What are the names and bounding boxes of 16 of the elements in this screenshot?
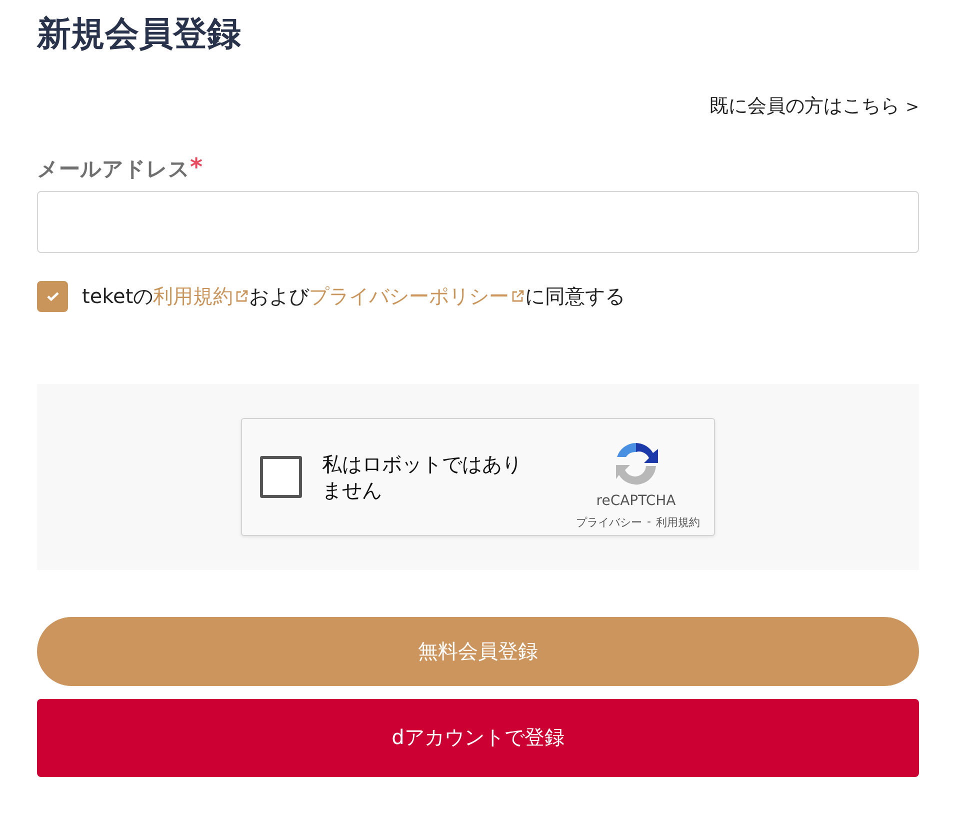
external-link-icon — [511, 288, 526, 303]
d-account-button[interactable]: dアカウントで登録 — [37, 698, 919, 777]
agreement-text: teketの利用規約 およびプライバシーポリシー に同意する — [82, 282, 626, 310]
login-link[interactable]: 既に会員の方はこちら > — [710, 92, 919, 119]
required-mark: * — [190, 154, 203, 179]
separator: - — [647, 514, 651, 530]
recaptcha-brand: reCAPTCHA — [596, 492, 676, 509]
external-link-icon — [235, 288, 250, 303]
captcha-label: 私はロボットではありません — [322, 450, 523, 503]
agree-checkbox[interactable] — [37, 280, 68, 312]
recaptcha-link[interactable]: プライバシー — [576, 514, 642, 530]
captcha-checkbox[interactable] — [260, 456, 302, 498]
page-title: 新規会員登録 — [37, 14, 241, 55]
email-field[interactable] — [37, 190, 919, 253]
recaptcha-link[interactable]: 利用規約 — [656, 514, 700, 530]
field-label: メールアドレス — [37, 156, 190, 183]
